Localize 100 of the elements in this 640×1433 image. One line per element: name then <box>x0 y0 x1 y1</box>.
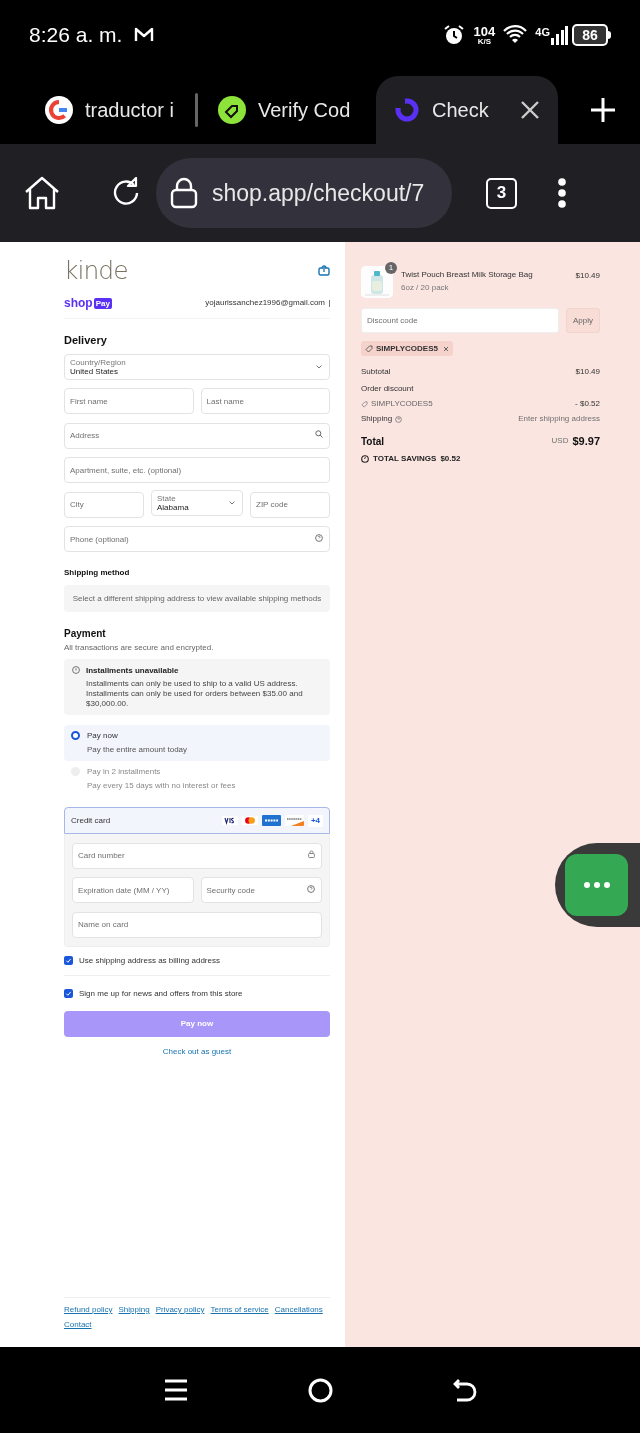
discount-code: SIMPLYCODES5 <box>376 342 438 355</box>
input-field[interactable]: Expiration date (MM / YY) <box>72 877 194 903</box>
section-heading: Shipping method <box>64 567 131 579</box>
visa-logo-icon <box>221 816 238 825</box>
chevron-down-icon <box>229 501 235 505</box>
more-icon <box>583 882 610 888</box>
footer-link[interactable]: Terms of service <box>210 1304 269 1316</box>
tab-title: Verify Cod <box>258 98 351 123</box>
savings-label: TOTAL SAVINGS <box>373 452 437 465</box>
savings-amount: $0.52 <box>440 452 461 465</box>
discount-code: SIMPLYCODES5 <box>371 398 433 410</box>
checkbox-label: Use shipping address as billing address <box>79 954 220 967</box>
checkbox[interactable] <box>64 956 73 965</box>
footer-link[interactable]: Refund policy <box>64 1304 113 1316</box>
input-field[interactable]: ZIP code <box>250 491 330 518</box>
payment-option[interactable]: Pay now Pay the entire amount today <box>64 725 330 761</box>
select-field[interactable]: Country/Region United States <box>64 353 330 380</box>
chat-button[interactable] <box>555 843 640 927</box>
radio-button[interactable] <box>71 731 80 740</box>
alarm-icon <box>443 25 464 45</box>
input-field[interactable]: Name on card <box>72 911 322 938</box>
amex-logo-icon <box>261 815 281 826</box>
tag-icon <box>218 96 246 124</box>
summary-value: Enter shipping address <box>518 413 600 425</box>
summary-label: Order discount <box>361 383 414 395</box>
more-icon[interactable] <box>557 178 567 208</box>
tab-title: traductor i <box>85 98 174 123</box>
account-email: yojaurissanchez1996@gmail.com <box>205 297 325 309</box>
mastercard-logo-icon <box>241 816 258 825</box>
browser-tab[interactable]: Verify Cod <box>218 76 368 144</box>
browser-tab[interactable]: Check <box>376 76 558 144</box>
input-field[interactable]: Phone (optional) <box>64 526 330 552</box>
notice-text: Installments can only be used to ship to a valid US address. <box>86 679 299 689</box>
search-icon <box>315 430 323 438</box>
discover-logo-icon <box>284 815 304 826</box>
summary-label: Subtotal <box>361 366 391 378</box>
currency-code: USD <box>551 435 569 448</box>
tag-icon <box>361 400 368 408</box>
bag-icon[interactable] <box>318 264 330 276</box>
input-field[interactable]: Security code <box>200 877 322 903</box>
remove-icon[interactable] <box>442 345 449 352</box>
quantity-badge: 1 <box>385 262 397 274</box>
payment-method-header[interactable]: Credit card +4 <box>64 807 330 834</box>
option-label: Pay in 2 installments <box>87 766 162 778</box>
input-field[interactable]: Card number <box>72 842 322 869</box>
battery-level: 86 <box>572 24 608 46</box>
back-icon[interactable] <box>452 1378 477 1402</box>
input-field[interactable]: Address <box>64 422 330 449</box>
new-tab-icon[interactable] <box>590 97 616 123</box>
loop-icon <box>394 97 420 123</box>
input-field[interactable]: Last name <box>200 388 330 414</box>
footer-link[interactable]: Shipping <box>118 1304 150 1316</box>
section-subtitle: All transactions are secure and encrypted. <box>64 642 215 654</box>
product-variant: 6oz / 20 pack <box>401 282 450 294</box>
close-icon[interactable] <box>520 100 540 120</box>
footer-link[interactable]: Cancellations <box>274 1304 323 1316</box>
guest-checkout-link[interactable]: Check out as guest <box>162 1045 232 1058</box>
select-field[interactable]: State Alabama <box>151 490 243 516</box>
address-bar[interactable]: shop.app/checkout/7 <box>156 158 452 228</box>
checkbox[interactable] <box>64 989 73 998</box>
total-amount: $9.97 <box>572 434 600 449</box>
chevron-down-icon <box>316 364 322 369</box>
notice-title: Installments unavailable <box>86 665 180 677</box>
help-icon <box>307 884 315 893</box>
info-notice: Select a different shipping address to view available shipping methods <box>64 585 330 612</box>
speed-unit: K/S <box>477 37 492 46</box>
notice-text: Installments can only be used for orders between $35.00 and $30,000.00. <box>86 689 304 709</box>
menu-icon[interactable] <box>163 1378 188 1402</box>
product-name: Twist Pouch Breast Milk Storage Bag <box>401 270 534 280</box>
savings-tag-icon <box>361 454 369 463</box>
home-icon[interactable] <box>24 176 60 210</box>
tag-icon <box>365 344 373 353</box>
info-icon <box>72 666 80 674</box>
input-field[interactable]: City <box>64 491 144 518</box>
input-field[interactable]: First name <box>64 388 194 414</box>
browser-tab[interactable]: traductor i <box>45 76 195 144</box>
discount-field[interactable]: Discount code <box>361 308 559 333</box>
section-heading: Delivery <box>64 333 108 348</box>
shop-pay-logo: shop Pay <box>64 295 112 312</box>
total-label: Total <box>361 434 385 449</box>
input-field[interactable]: Apartment, suite, etc. (optional) <box>64 457 330 483</box>
footer-link[interactable]: Privacy policy <box>155 1304 205 1316</box>
help-icon <box>395 415 403 423</box>
checkbox-label: Sign me up for news and offers from this store <box>79 987 243 1000</box>
tab-count-button[interactable]: 3 <box>486 177 517 209</box>
option-label: Pay now <box>87 730 119 742</box>
home-button-icon[interactable] <box>307 1377 333 1403</box>
signal-icon <box>550 25 568 45</box>
section-heading: Payment <box>64 627 107 641</box>
footer-link[interactable]: Contact <box>64 1319 92 1331</box>
summary-value: - $0.52 <box>575 398 600 410</box>
wifi-icon <box>503 25 528 45</box>
more-cards-count: +4 <box>307 814 323 827</box>
apply-button[interactable]: Apply <box>566 308 600 333</box>
network-type: 4G <box>535 25 550 40</box>
option-description: Pay the entire amount today <box>87 744 188 756</box>
payment-method-label: Credit card <box>71 814 112 827</box>
google-icon <box>45 96 73 124</box>
option-description: Pay every 15 days with no interest or fees <box>87 780 236 792</box>
speed-value: 104 <box>473 24 496 38</box>
